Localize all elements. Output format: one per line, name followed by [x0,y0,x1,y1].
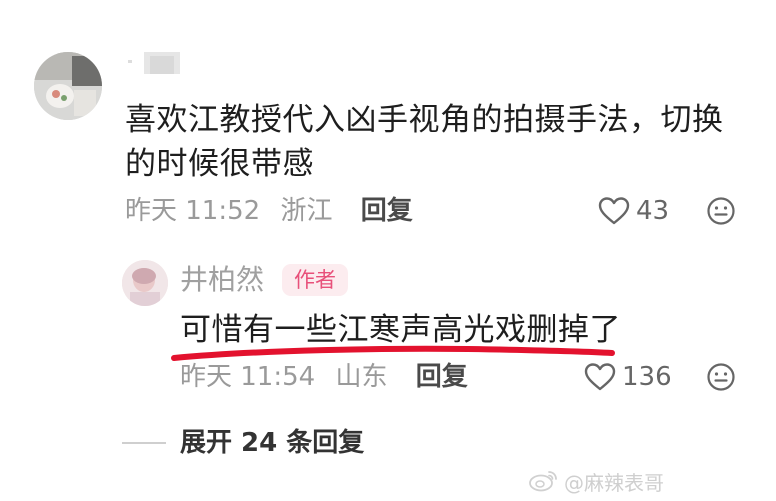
commenter-username-blurred[interactable] [120,50,184,80]
author-badge: 作者 [282,264,348,296]
comment-like-button[interactable]: 43 [598,194,669,228]
comment-meta: 昨天 11:52 浙江 回复 [125,194,413,228]
commenter-avatar[interactable] [34,52,102,120]
weibo-watermark: @麻辣表哥 [528,468,664,498]
author-reply-meta: 昨天 11:54 山东 回复 [180,360,468,394]
heart-outline-icon [598,196,630,226]
author-reply-like-button[interactable]: 136 [584,360,672,394]
comment-reply-button[interactable]: 回复 [361,196,413,226]
author-name[interactable]: 井柏然 [180,262,264,298]
author-reply-like-count: 136 [622,362,672,392]
comment-text: 喜欢江教授代入凶手视角的拍摄手法，切换的时候很带感 [125,102,724,182]
expand-replies-button[interactable]: 展开 24 条回复 [122,426,364,460]
heart-outline-icon [584,362,616,392]
expand-divider-line [122,442,166,444]
comment-like-count: 43 [636,196,670,226]
watermark-handle: @麻辣表哥 [564,471,664,495]
author-reply-location: 山东 [335,362,388,392]
emoji-face-icon [706,196,736,226]
comment-location: 浙江 [280,196,333,226]
weibo-logo-icon [528,468,558,498]
author-reply-time: 昨天 11:54 [180,362,316,392]
author-avatar[interactable] [122,260,168,306]
author-reply-emoji-reaction-button[interactable] [706,362,736,392]
comment-emoji-reaction-button[interactable] [706,196,736,226]
comment-time: 昨天 11:52 [125,196,261,226]
author-reply-button[interactable]: 回复 [416,362,468,392]
expand-replies-label: 展开 24 条回复 [180,428,365,458]
emoji-face-icon [706,362,736,392]
